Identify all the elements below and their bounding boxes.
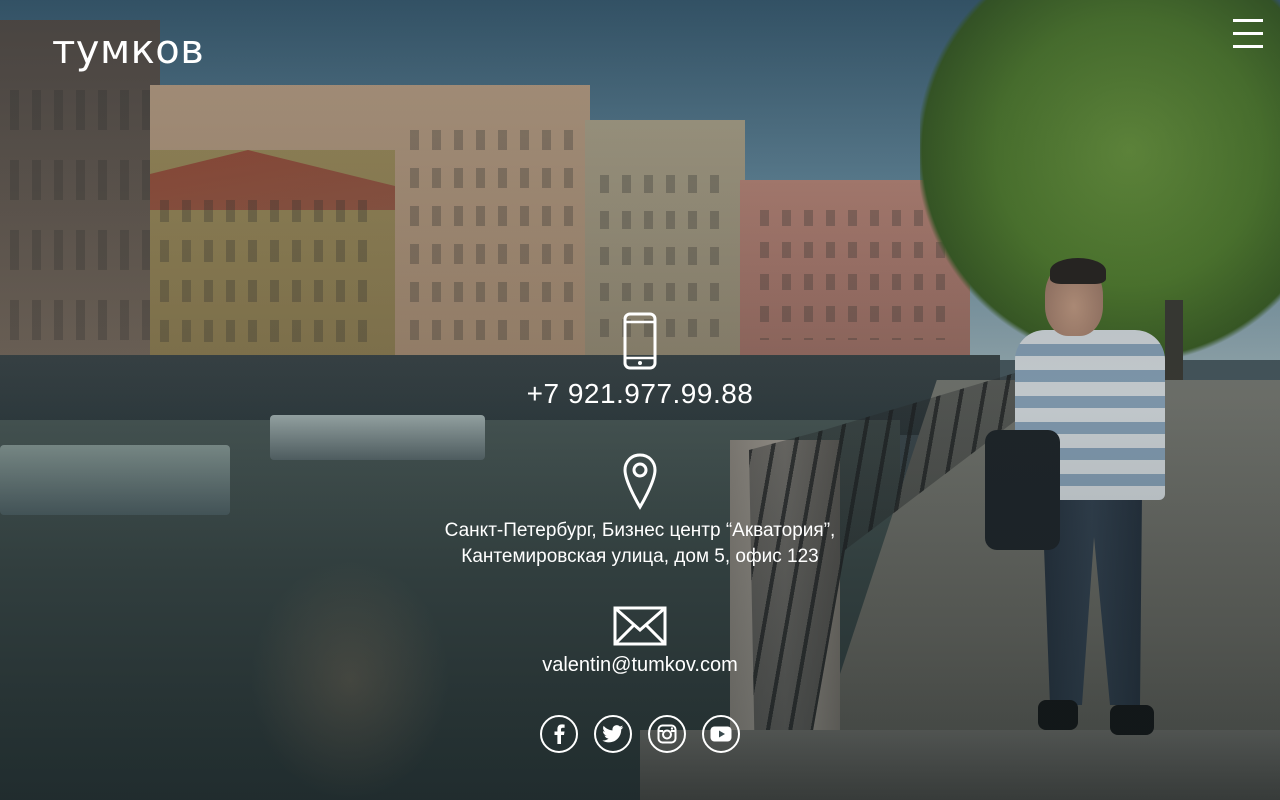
youtube-button[interactable]	[702, 715, 740, 753]
social-links	[0, 715, 1280, 753]
location-pin-icon	[623, 453, 657, 510]
address-line-2: Кантемировская улица, дом 5, офис 123	[461, 546, 819, 567]
email-contact: valentin@tumkov.com	[0, 606, 1280, 677]
twitter-button[interactable]	[594, 715, 632, 753]
site-logo[interactable]: тумков	[52, 26, 204, 74]
twitter-icon	[602, 725, 624, 743]
envelope-icon	[613, 606, 667, 646]
address-contact: Санкт-Петербург, Бизнес центр “Акватория…	[0, 452, 1280, 570]
phone-link[interactable]: +7 921.977.99.88	[0, 378, 1280, 410]
email-link[interactable]: valentin@tumkov.com	[0, 654, 1280, 677]
contacts-page: тумков +7 921.977.99.88 Санкт-Петербург,…	[0, 0, 1280, 800]
menu-button[interactable]	[1228, 14, 1268, 54]
address-line-1: Санкт-Петербург, Бизнес центр “Акватория…	[444, 520, 836, 541]
facebook-button[interactable]	[540, 715, 578, 753]
instagram-button[interactable]	[648, 715, 686, 753]
phone-contact: +7 921.977.99.88	[0, 312, 1280, 410]
youtube-icon	[710, 726, 732, 742]
facebook-icon	[554, 724, 565, 744]
instagram-icon	[657, 724, 677, 744]
smartphone-icon	[623, 312, 657, 370]
